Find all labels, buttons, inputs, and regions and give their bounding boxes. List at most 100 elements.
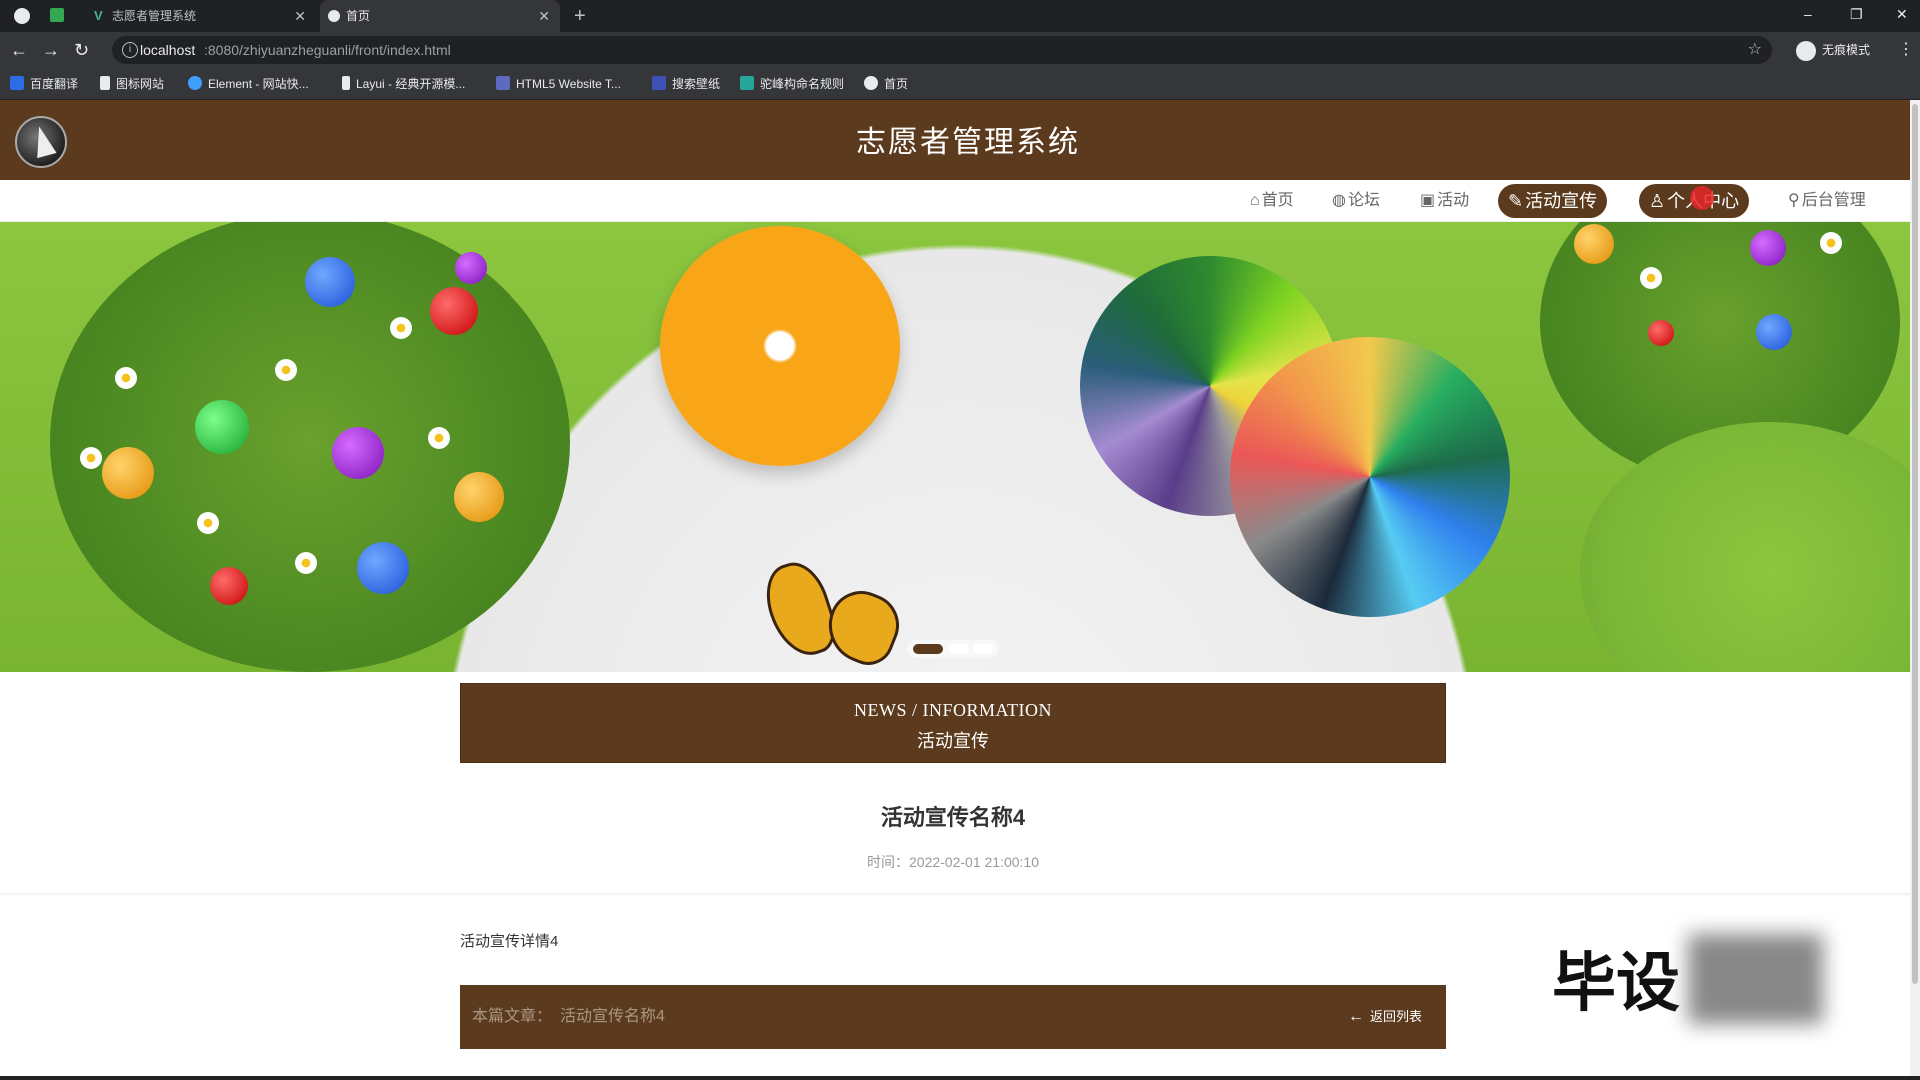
page-scrollbar[interactable] (1910, 100, 1920, 1080)
ball-decoration (1574, 224, 1614, 264)
daisy-decoration (115, 367, 137, 389)
bookmark-item[interactable]: 驼峰构命名规则 (740, 68, 844, 100)
article-footer-bar: 本篇文章： 活动宣传名称4 ← 返回列表 (460, 985, 1446, 1049)
doc-icon (740, 76, 754, 90)
orange-slice-illustration (660, 226, 900, 466)
daisy-decoration (275, 359, 297, 381)
main-nav: ⌂首页 ◍论坛 ▣活动 ✎活动宣传 ♙个人中心 ⚲后台管理 (0, 180, 1910, 222)
flag-icon (100, 76, 110, 90)
link-icon: ⚲ (1788, 192, 1800, 209)
bookmark-item[interactable]: 搜索壁纸 (652, 68, 720, 100)
browser-tabbar: V 志愿者管理系统 ✕ 首页 ✕ + – ❐ ✕ (0, 0, 1920, 32)
ball-decoration (454, 472, 504, 522)
section-title-en: NEWS / INFORMATION (854, 700, 1052, 720)
address-bar: ← → ↻ i localhost :8080/zhiyuanzheguanli… (0, 32, 1920, 68)
nav-item-forum[interactable]: ◍ 论坛 (1322, 184, 1390, 218)
user-icon: ♙ (1649, 191, 1666, 211)
ball-decoration (430, 287, 478, 335)
html5-icon (496, 76, 510, 90)
bookmark-star-icon[interactable]: ☆ (1748, 36, 1762, 64)
nav-item-home[interactable]: ⌂ 首页 (1240, 184, 1304, 218)
close-window-icon[interactable]: ✕ (1896, 0, 1908, 28)
bookmark-item[interactable]: 百度翻译 (10, 68, 78, 100)
close-tab-icon[interactable]: ✕ (538, 0, 550, 32)
ball-decoration (332, 427, 384, 479)
incognito-icon (1796, 40, 1816, 61)
blurred-watermark (1688, 934, 1823, 1024)
carousel-dot[interactable] (949, 644, 969, 654)
menu-kebab-icon[interactable]: ⋮ (1898, 32, 1914, 68)
current-article-label: 本篇文章： (472, 1008, 553, 1025)
bookmark-item[interactable]: Layui - 经典开源模... (342, 68, 465, 100)
daisy-decoration (1640, 267, 1662, 289)
mouse-cursor-highlight (1690, 186, 1714, 210)
article-title: 活动宣传名称4 (880, 805, 1026, 830)
arrow-left-icon: ← (1347, 1008, 1364, 1025)
daisy-decoration (197, 512, 219, 534)
ball-decoration (1750, 230, 1786, 266)
globe-icon (864, 76, 878, 90)
carousel-indicators (907, 640, 999, 658)
section-title-cn: 活动宣传 (917, 731, 989, 751)
site-title: 志愿者管理系统 (856, 126, 1080, 159)
article-meta: 时间：2022-02-01 21:00:10 (460, 852, 1446, 872)
ball-decoration (455, 252, 487, 284)
nav-item-admin[interactable]: ⚲ 后台管理 (1778, 184, 1876, 218)
back-icon[interactable]: ← (10, 32, 28, 68)
home-icon: ⌂ (1250, 192, 1260, 209)
ball-decoration (357, 542, 409, 594)
minimize-icon[interactable]: – (1804, 0, 1812, 28)
back-to-list-link[interactable]: ← 返回列表 (1348, 985, 1422, 1049)
daisy-decoration (80, 447, 102, 469)
ball-decoration (1648, 320, 1674, 346)
ball-decoration (210, 567, 248, 605)
umbrella-illustration (1230, 337, 1510, 617)
ball-decoration (1756, 314, 1792, 350)
restore-icon[interactable]: ❐ (1850, 0, 1863, 28)
banner-carousel[interactable] (0, 222, 1910, 672)
bottom-edge (0, 1076, 1920, 1080)
browser-tab[interactable]: V 志愿者管理系统 ✕ (86, 0, 316, 32)
scrollbar-thumb[interactable] (1912, 104, 1918, 984)
watermark-text: 毕设 (1552, 947, 1680, 1021)
bookmark-item[interactable]: 首页 (864, 68, 908, 100)
translate-icon (10, 76, 24, 90)
butterfly-illustration (756, 552, 909, 672)
pinned-tab-icon[interactable] (50, 8, 64, 22)
reload-icon[interactable]: ↻ (74, 32, 89, 68)
close-tab-icon[interactable]: ✕ (294, 0, 306, 32)
ball-decoration (195, 400, 249, 454)
element-icon (188, 76, 202, 90)
ball-decoration (102, 447, 154, 499)
bookmark-item[interactable]: HTML5 Website T... (496, 68, 621, 100)
forward-icon[interactable]: → (42, 32, 60, 68)
new-tab-icon[interactable]: + (574, 0, 586, 32)
bookmark-item[interactable]: Element - 网站快... (188, 68, 309, 100)
url-field[interactable]: i localhost :8080/zhiyuanzheguanli/front… (112, 36, 1772, 64)
url-path: :8080/zhiyuanzheguanli/front/index.html (204, 42, 451, 58)
browser-tab-active[interactable]: 首页 ✕ (320, 0, 560, 32)
carousel-dot[interactable] (973, 644, 993, 654)
site-header: 志愿者管理系统 (0, 100, 1910, 180)
divider (0, 893, 1910, 897)
daisy-decoration (295, 552, 317, 574)
carousel-dot-active[interactable] (913, 644, 943, 654)
time-label: 时间： (867, 854, 909, 870)
ball-decoration (305, 257, 355, 307)
current-article-title: 活动宣传名称4 (560, 1008, 665, 1025)
wallpaper-icon (652, 76, 666, 90)
chrome-icon[interactable] (14, 8, 30, 24)
nav-item-activity[interactable]: ▣ 活动 (1410, 184, 1479, 218)
section-header: NEWS / INFORMATION 活动宣传 (460, 683, 1446, 763)
info-icon[interactable]: i (122, 42, 138, 58)
bookmark-item[interactable]: 图标网站 (100, 68, 164, 100)
daisy-decoration (1820, 232, 1842, 254)
incognito-profile[interactable]: 无痕模式 (1796, 38, 1870, 62)
url-host: localhost (140, 42, 196, 58)
daisy-decoration (390, 317, 412, 339)
time-value: 2022-02-01 21:00:10 (909, 854, 1039, 870)
nav-item-activity-promo[interactable]: ✎ 活动宣传 (1498, 184, 1608, 218)
vue-icon: V (94, 8, 103, 23)
daisy-decoration (428, 427, 450, 449)
tab-title: 首页 (346, 9, 371, 23)
